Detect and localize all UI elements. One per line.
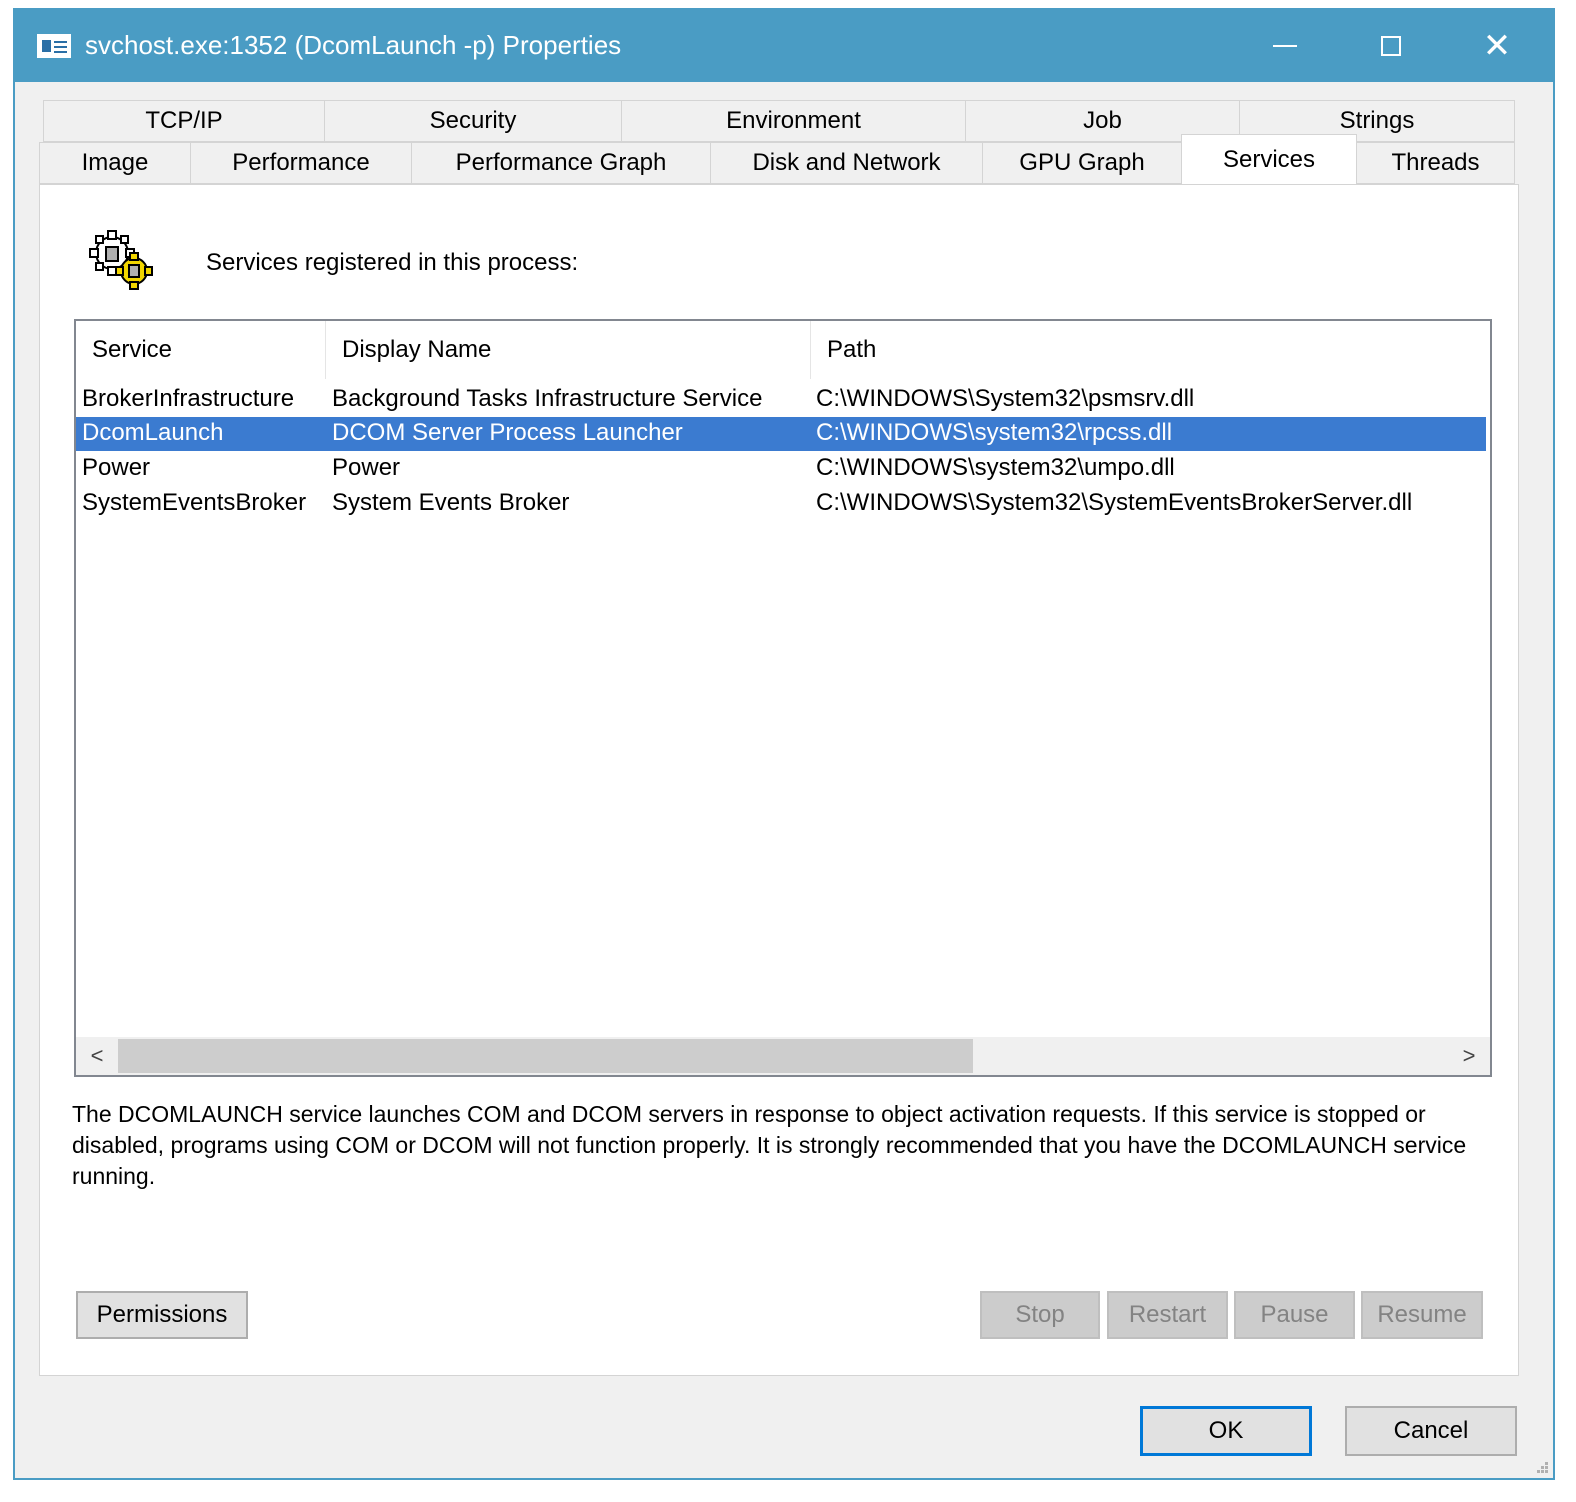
cell-path: C:\WINDOWS\system32\umpo.dll: [816, 454, 1175, 481]
stop-button[interactable]: Stop: [980, 1291, 1100, 1339]
cell-display-name: DCOM Server Process Launcher: [332, 419, 683, 446]
column-header-path[interactable]: Path: [811, 321, 1490, 379]
maximize-button[interactable]: [1361, 24, 1421, 68]
scroll-left-button[interactable]: <: [78, 1039, 116, 1073]
list-header: Service Display Name Path: [76, 321, 1490, 379]
pause-button[interactable]: Pause: [1234, 1291, 1355, 1339]
tab-gpu-graph[interactable]: GPU Graph: [982, 142, 1182, 184]
cell-service: SystemEventsBroker: [82, 489, 307, 516]
cell-path: C:\WINDOWS\system32\rpcss.dll: [816, 419, 1173, 446]
title-bar[interactable]: svchost.exe:1352 (DcomLaunch -p) Propert…: [15, 10, 1553, 82]
horizontal-scrollbar[interactable]: < >: [76, 1037, 1490, 1075]
services-panel: Services registered in this process: Ser…: [39, 184, 1519, 1376]
close-button[interactable]: ✕: [1467, 24, 1527, 68]
resume-button[interactable]: Resume: [1361, 1291, 1483, 1339]
cell-service: DcomLaunch: [82, 419, 224, 446]
table-row-selected[interactable]: DcomLaunch DCOM Server Process Launcher …: [76, 417, 1486, 451]
chevron-left-icon: <: [90, 1043, 104, 1068]
table-row[interactable]: Power Power C:\WINDOWS\system32\umpo.dll: [76, 452, 1486, 486]
maximize-icon: [1381, 36, 1401, 56]
window-title: svchost.exe:1352 (DcomLaunch -p) Propert…: [85, 30, 622, 60]
properties-window: svchost.exe:1352 (DcomLaunch -p) Propert…: [13, 8, 1555, 1480]
ok-button[interactable]: OK: [1140, 1406, 1312, 1456]
cell-path: C:\WINDOWS\System32\psmsrv.dll: [816, 385, 1195, 412]
window-app-icon[interactable]: [37, 34, 71, 58]
cell-path: C:\WINDOWS\System32\SystemEventsBrokerSe…: [816, 489, 1413, 516]
permissions-button[interactable]: Permissions: [76, 1291, 248, 1339]
cell-display-name: System Events Broker: [332, 489, 570, 516]
column-header-display-name[interactable]: Display Name: [326, 321, 811, 379]
gears-icon: [89, 230, 153, 290]
scroll-right-button[interactable]: >: [1450, 1039, 1488, 1073]
tab-image[interactable]: Image: [39, 142, 191, 184]
cell-display-name: Power: [332, 454, 401, 481]
column-header-label: Display Name: [342, 336, 492, 363]
scrollbar-thumb[interactable]: [118, 1039, 973, 1073]
tab-security[interactable]: Security: [324, 100, 622, 142]
tab-performance-graph[interactable]: Performance Graph: [411, 142, 711, 184]
table-row[interactable]: SystemEventsBroker System Events Broker …: [76, 487, 1486, 521]
table-row[interactable]: BrokerInfrastructure Background Tasks In…: [76, 383, 1486, 417]
service-description: The DCOMLAUNCH service launches COM and …: [72, 1101, 1467, 1189]
tab-environment[interactable]: Environment: [621, 100, 966, 142]
tab-services[interactable]: Services: [1181, 134, 1357, 184]
resize-grip-icon[interactable]: [1533, 1458, 1549, 1474]
tab-performance[interactable]: Performance: [190, 142, 412, 184]
cell-service: BrokerInfrastructure: [82, 385, 295, 412]
cancel-button[interactable]: Cancel: [1345, 1406, 1517, 1456]
column-header-label: Path: [827, 336, 877, 363]
minimize-icon: [1273, 45, 1297, 47]
tab-threads[interactable]: Threads: [1356, 142, 1515, 184]
tab-tcpip[interactable]: TCP/IP: [43, 100, 325, 142]
cell-display-name: Background Tasks Infrastructure Service: [332, 385, 763, 412]
cell-service: Power: [82, 454, 151, 481]
services-list[interactable]: Service Display Name Path BrokerInfrastr…: [74, 319, 1492, 1077]
services-label: Services registered in this process:: [206, 249, 579, 276]
chevron-right-icon: >: [1462, 1043, 1476, 1068]
tab-disk-and-network[interactable]: Disk and Network: [710, 142, 983, 184]
minimize-button[interactable]: [1255, 24, 1315, 68]
column-header-service[interactable]: Service: [76, 321, 326, 379]
column-header-label: Service: [92, 336, 173, 363]
restart-button[interactable]: Restart: [1107, 1291, 1228, 1339]
close-icon: ✕: [1482, 27, 1512, 65]
